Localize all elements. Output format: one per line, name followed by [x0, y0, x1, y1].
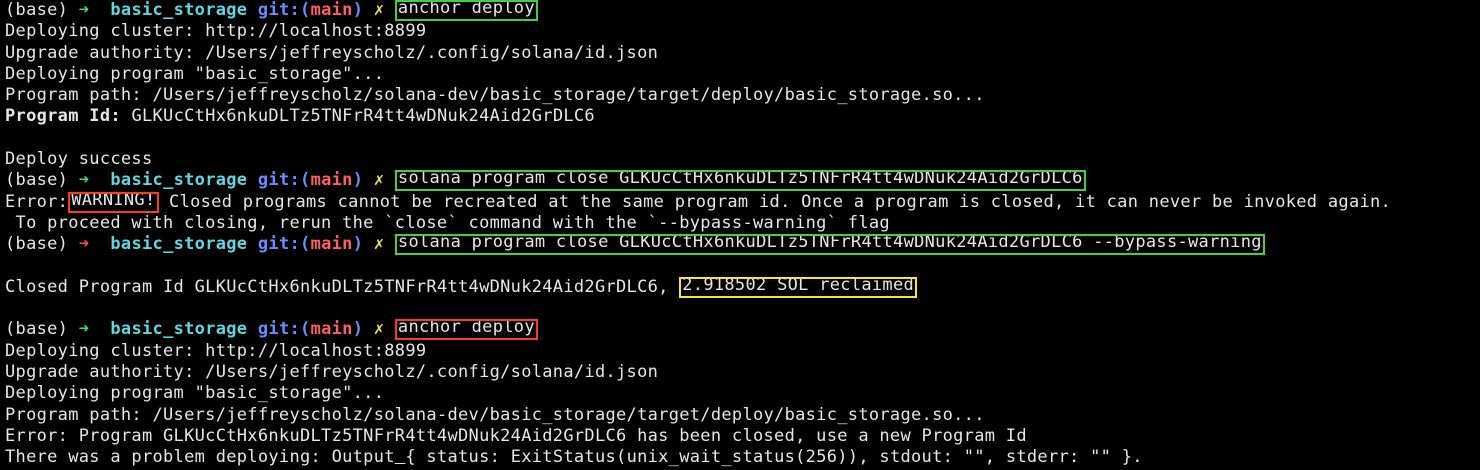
output-line: Deploying cluster: http://localhost:8899 — [5, 21, 427, 42]
prompt-line: (base) ➜ basic_storage git:(main) ✗ anch… — [5, 319, 1480, 341]
output-line: Program path: /Users/jeffreyscholz/solan… — [5, 404, 985, 425]
conda-env: (base) — [5, 234, 69, 255]
git-label-close: ) — [352, 0, 364, 20]
error-line: Error: WARNING! Closed programs cannot be… — [5, 191, 1480, 213]
error-line: Error: Program GLKUcCtHx6nkuDLTz5TNFrR4t… — [5, 425, 1027, 446]
command-highlight: solana program close GLKUcCtHx6nkuDLTz5T… — [394, 170, 1086, 192]
conda-env: (base) — [5, 170, 69, 191]
output-line: Program path: /Users/jeffreyscholz/solan… — [5, 85, 985, 106]
deploy-success-line: Deploy success — [5, 149, 153, 170]
git-label: git:( — [257, 319, 311, 340]
git-branch: main — [310, 170, 353, 191]
closed-program-text: Closed Program Id GLKUcCtHx6nkuDLTz5TNFr… — [5, 276, 669, 297]
git-label: git:( — [257, 170, 311, 191]
output-line: Deploying program "basic_storage"... — [5, 383, 385, 404]
closed-program-line: Closed Program Id GLKUcCtHx6nkuDLTz5TNFr… — [5, 276, 1480, 298]
git-label-close: ) — [352, 319, 364, 340]
text-cursor — [395, 447, 406, 467]
dirty-mark-icon: ✗ — [373, 234, 385, 255]
command-highlight: anchor deploy — [394, 319, 538, 341]
terminal-window[interactable]: (base) ➜ basic_storage git:(main) ✗ anch… — [0, 0, 1480, 470]
prompt-arrow-icon: ➜ — [78, 0, 90, 20]
output-line: Deploying program "basic_storage"... — [5, 63, 385, 84]
error-line-continued: To proceed with closing, rerun the `clos… — [5, 212, 890, 233]
conda-env: (base) — [5, 0, 69, 20]
prompt-arrow-icon: ➜ — [78, 234, 90, 255]
output-line: Upgrade authority: /Users/jeffreyscholz/… — [5, 42, 659, 63]
git-branch: main — [310, 0, 353, 20]
error-prefix: Error: — [5, 191, 69, 212]
problem-line: There was a problem deploying: Output { … — [5, 447, 1480, 468]
program-id-line: Program Id: GLKUcCtHx6nkuDLTz5TNFrR4tt4w… — [5, 106, 1480, 127]
dirty-mark-icon: ✗ — [373, 170, 385, 191]
git-label: git:( — [257, 234, 311, 255]
program-id-value: GLKUcCtHx6nkuDLTz5TNFrR4tt4wDNuk24Aid2Gr… — [131, 106, 595, 127]
prompt-arrow-icon: ➜ — [78, 170, 90, 191]
git-label: git:( — [257, 0, 311, 20]
prompt-line: (base) ➜ basic_storage git:(main) ✗ anch… — [5, 0, 1480, 21]
output-line: Upgrade authority: /Users/jeffreyscholz/… — [5, 362, 659, 383]
prompt-directory: basic_storage — [110, 170, 248, 191]
dirty-mark-icon: ✗ — [373, 0, 385, 20]
prompt-line: (base) ➜ basic_storage git:(main) ✗ sola… — [5, 234, 1480, 256]
git-branch: main — [310, 234, 353, 255]
command-highlight: solana program close GLKUcCtHx6nkuDLTz5T… — [394, 234, 1265, 256]
conda-env: (base) — [5, 319, 69, 340]
prompt-directory: basic_storage — [110, 0, 248, 20]
prompt-directory: basic_storage — [110, 319, 248, 340]
git-label-close: ) — [352, 234, 364, 255]
command-highlight: anchor deploy — [394, 0, 538, 21]
dirty-mark-icon: ✗ — [373, 319, 385, 340]
program-id-label: Program Id: — [5, 106, 121, 127]
prompt-arrow-icon: ➜ — [78, 319, 90, 340]
prompt-directory: basic_storage — [110, 234, 248, 255]
git-label-close: ) — [352, 170, 364, 191]
warning-highlight: WARNING! — [68, 191, 159, 213]
output-line: Deploying cluster: http://localhost:8899 — [5, 340, 427, 361]
prompt-line: (base) ➜ basic_storage git:(main) ✗ sola… — [5, 170, 1480, 192]
reclaimed-highlight: 2.918502 SOL reclaimed — [679, 276, 918, 298]
error-message: Closed programs cannot be recreated at t… — [169, 191, 1392, 212]
git-branch: main — [310, 319, 353, 340]
problem-detail: { status: ExitStatus(unix_wait_status(25… — [405, 447, 1143, 468]
problem-prefix: There was a problem deploying: Output — [5, 447, 395, 468]
